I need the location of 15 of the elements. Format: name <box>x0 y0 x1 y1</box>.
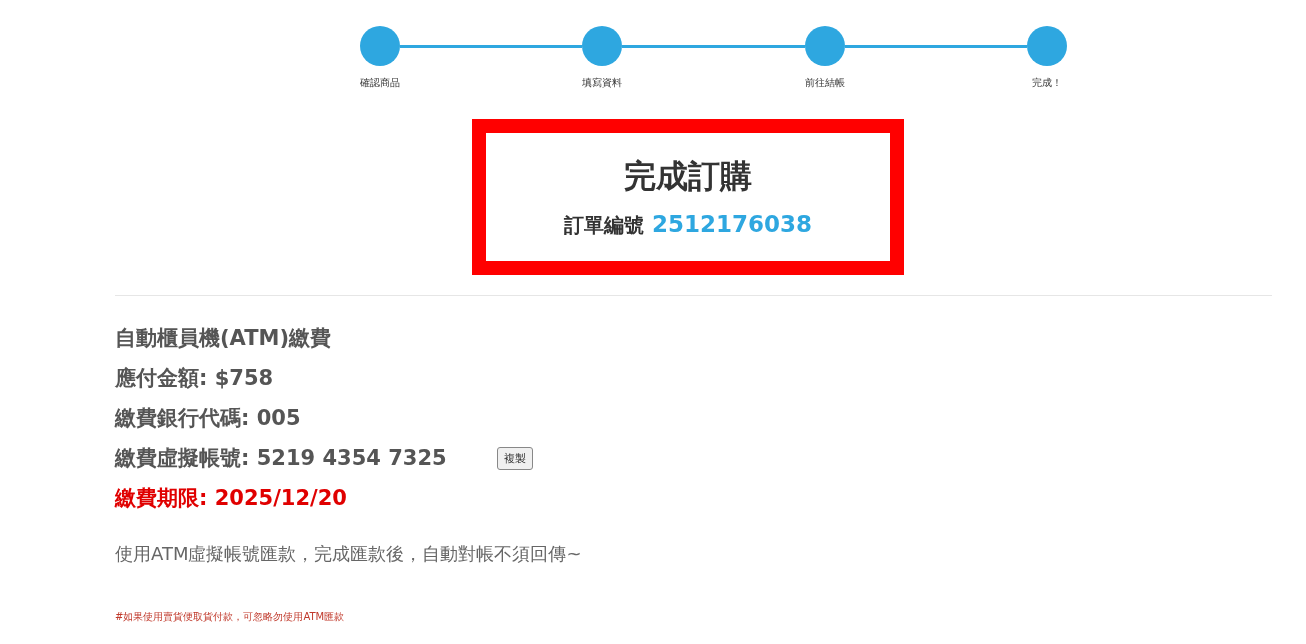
note-text: 使用ATM虛擬帳號匯款，完成匯款後，自動對帳不須回傳~ <box>115 542 583 566</box>
payment-info-text: 繳費期限: 2025/12/20 <box>115 485 348 512</box>
result-title: 完成訂購 <box>624 156 752 197</box>
order-number-label: 訂單編號 <box>563 212 644 239</box>
footnote-text: #如果使用賣貨便取貨付款，可忽略勿使用ATM匯款 <box>115 610 346 624</box>
step-label: 前往結帳 <box>804 76 845 90</box>
step-label: 完成！ <box>1032 76 1062 90</box>
step-label: 確認商品 <box>360 76 400 90</box>
payment-info-text: 繳費銀行代碼: 005 <box>115 405 302 432</box>
payment-method: 自動櫃員機(ATM)繳費 <box>115 325 333 352</box>
payment-info-text: 應付金額: $758 <box>115 365 275 392</box>
copy-button[interactable]: 複製 <box>497 446 533 470</box>
payment-info-text: 繳費虛擬帳號: 5219 4354 7325 <box>115 445 448 472</box>
step-label: 填寫資料 <box>582 76 623 90</box>
order-number: 2512176038 <box>651 211 812 237</box>
